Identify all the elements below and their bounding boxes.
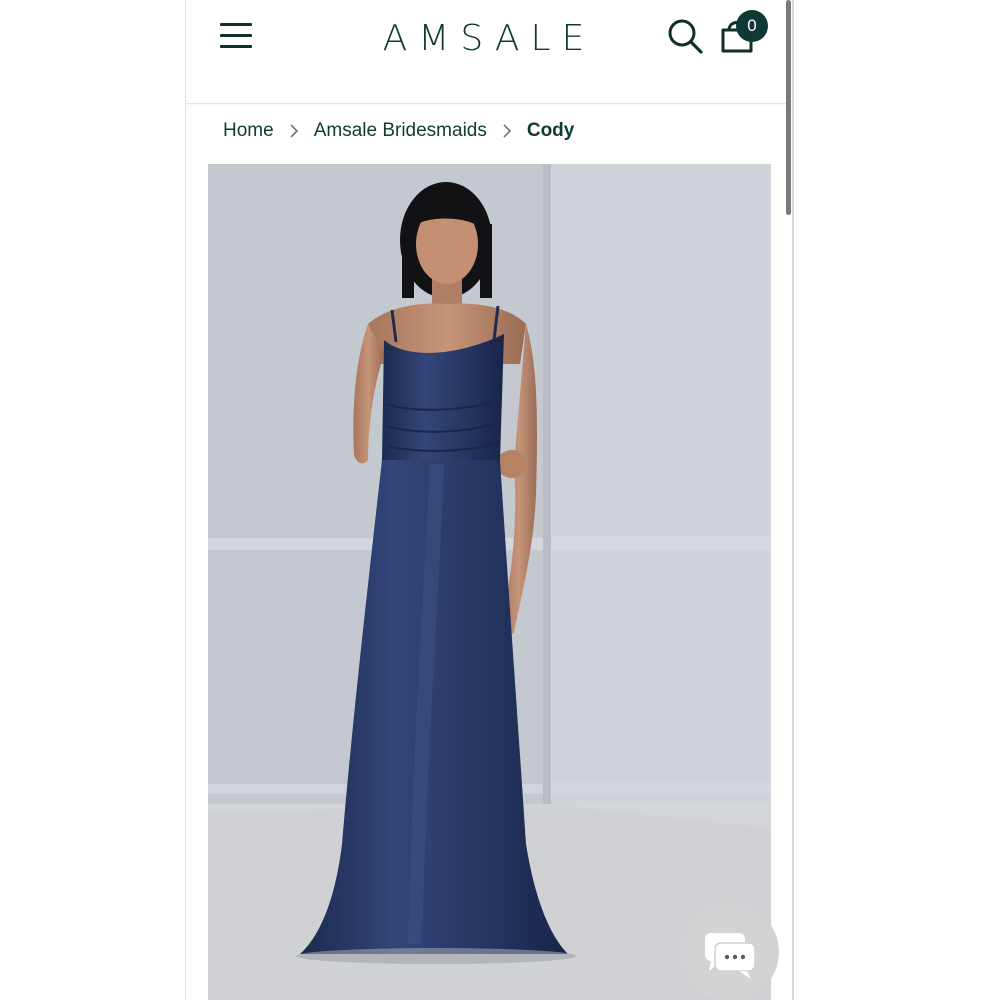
scrollbar[interactable] <box>786 0 791 215</box>
product-photo <box>208 164 771 1000</box>
breadcrumb-current: Cody <box>526 120 575 141</box>
breadcrumb-home-link[interactable]: Home <box>223 120 274 142</box>
page: AMSALE 0 Home Amsale Bridesmaids Cody <box>0 0 1000 1000</box>
chevron-right-icon <box>487 120 527 142</box>
breadcrumb-collection-link[interactable]: Amsale Bridesmaids <box>314 120 487 142</box>
cart-count-badge: 0 <box>736 10 768 42</box>
chat-button[interactable] <box>681 903 779 1000</box>
breadcrumb: Home Amsale Bridesmaids Cody <box>223 116 574 146</box>
viewport-edge <box>792 0 794 1000</box>
mobile-viewport: AMSALE 0 Home Amsale Bridesmaids Cody <box>185 0 786 1000</box>
hamburger-menu-icon <box>220 23 252 26</box>
product-image[interactable] <box>208 164 771 1000</box>
chevron-right-icon <box>274 120 314 142</box>
brand-logo[interactable]: AMSALE <box>374 16 604 62</box>
search-icon <box>668 19 703 54</box>
menu-button[interactable] <box>218 20 254 52</box>
chat-bubbles-icon <box>705 933 756 979</box>
search-button[interactable] <box>667 18 705 56</box>
site-header: AMSALE 0 <box>186 0 786 104</box>
